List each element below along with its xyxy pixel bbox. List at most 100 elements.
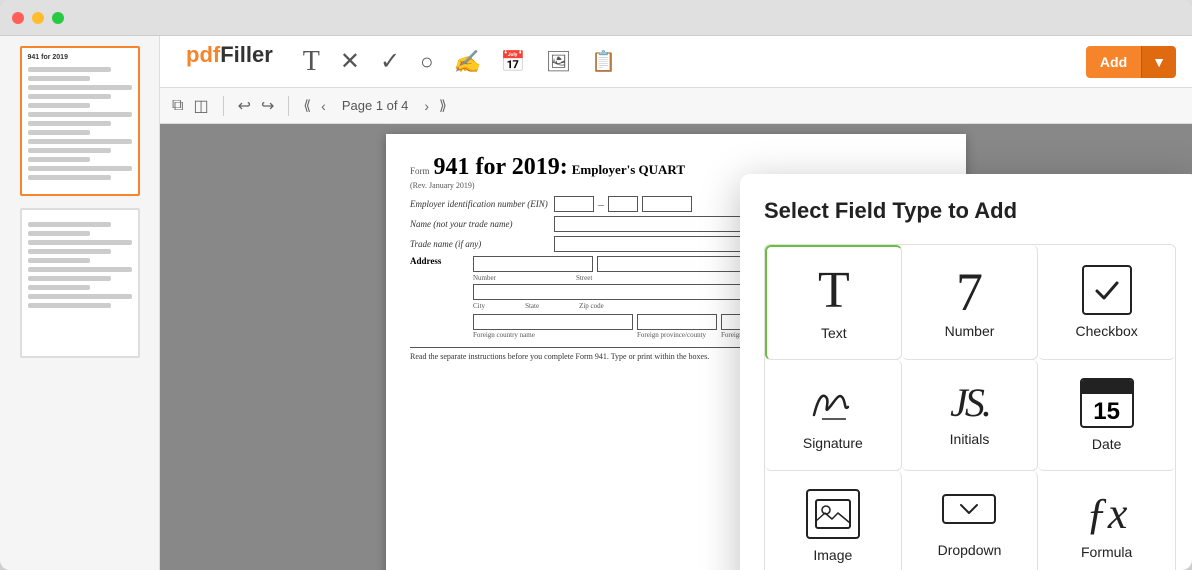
checkbox-field-label: Checkbox (1076, 323, 1138, 339)
browser-window: 941 for 2019 (0, 0, 1192, 570)
page-thumbnail-1[interactable]: 941 for 2019 (20, 46, 140, 196)
field-type-checkbox[interactable]: Checkbox (1038, 245, 1175, 360)
ein-box-3[interactable] (642, 196, 692, 212)
thumb-lines (28, 67, 132, 180)
initials-icon: JS. (950, 383, 989, 423)
field-type-date[interactable]: 15 Date (1038, 360, 1175, 471)
field-grid-row-2: Signature JS. Initials 1 (765, 360, 1175, 471)
dropdown-icon-box (942, 494, 996, 524)
form-subtitle: Employer's QUART (572, 162, 685, 178)
field-type-initials[interactable]: JS. Initials (902, 360, 1039, 471)
image-svg-icon (815, 499, 851, 529)
field-type-dropdown[interactable]: Dropdown (902, 471, 1039, 570)
city-col-label: City (473, 302, 485, 310)
field-type-signature[interactable]: Signature (765, 360, 902, 471)
image-icon-box (806, 489, 860, 539)
field-type-grid: T Text 7 Number (764, 244, 1176, 570)
divider (223, 96, 224, 116)
maximize-button[interactable] (52, 12, 64, 24)
field-grid-row-1: T Text 7 Number (765, 245, 1175, 360)
state-col-label: State (525, 302, 539, 310)
checkmark-svg (1092, 275, 1122, 305)
logo-pdf: pdf (186, 42, 220, 68)
checkbox-icon-box (1082, 265, 1132, 315)
signature-svg-icon (806, 379, 860, 427)
text-field-label: Text (821, 325, 847, 341)
foreign-country-field: Foreign country name (473, 314, 633, 339)
next-page[interactable]: › (424, 98, 429, 114)
field-type-text[interactable]: T Text (765, 245, 902, 360)
app-area: 941 for 2019 (0, 36, 1192, 570)
form-label: Form (410, 166, 430, 176)
initials-field-label: Initials (950, 431, 990, 447)
formula-field-label: Formula (1081, 544, 1132, 560)
signature-field-label: Signature (803, 435, 863, 451)
cross-tool-icon[interactable]: ✕ (340, 50, 360, 74)
logo-filler: Filler (220, 42, 273, 68)
pdf-area: Form 941 for 2019: Employer's QUART (Rev… (160, 124, 1192, 570)
dropdown-arrow-svg (959, 503, 979, 515)
undo-icon[interactable]: ↩ (238, 96, 251, 116)
form-title: 941 for 2019: (434, 154, 568, 181)
foreign-country-box[interactable] (473, 314, 633, 330)
field-type-image[interactable]: Image (765, 471, 902, 570)
field-type-modal: Select Field Type to Add T Text 7 (740, 174, 1192, 570)
page-info: Page 1 of 4 (342, 98, 409, 113)
street-col-label: Street (576, 274, 592, 282)
calendar-tool-icon[interactable]: 📅 (501, 52, 526, 72)
main-content: pdfFiller T ✕ ✓ ○ ✍ 📅 🖼 📋 Add ▼ ⧉ ◫ (160, 36, 1192, 570)
ein-label: Employer identification number (EIN) (410, 199, 550, 209)
form-tool-icon[interactable]: 📋 (591, 52, 616, 72)
number-field-icon: 7 (956, 265, 983, 319)
ein-box-1[interactable] (554, 196, 594, 212)
bottom-note-text: Read the separate instructions before yo… (410, 352, 709, 361)
sub-toolbar: ⧉ ◫ ↩ ↪ ⟪ ‹ Page 1 of 4 › ⟫ (160, 88, 1192, 124)
number-box[interactable] (473, 256, 593, 272)
next-next-page[interactable]: ⟫ (439, 97, 447, 114)
browser-titlebar (0, 0, 1192, 36)
field-type-formula[interactable]: ƒx Formula (1038, 471, 1175, 570)
thumbnail-sidebar: 941 for 2019 (0, 36, 160, 570)
address-label: Address (410, 256, 465, 266)
image-tool-icon[interactable]: 🖼 (546, 52, 571, 72)
duplicate-icon[interactable]: ◫ (193, 96, 208, 116)
close-button[interactable] (12, 12, 24, 24)
thumb-lines-2 (28, 222, 132, 308)
foreign-province-field: Foreign province/county (637, 314, 717, 339)
foreign-province-label: Foreign province/county (637, 331, 717, 339)
page-thumbnail-2[interactable] (20, 208, 140, 358)
text-field-icon: T (818, 265, 850, 317)
divider2 (288, 96, 289, 116)
redo-icon[interactable]: ↪ (261, 96, 274, 116)
dropdown-field-label: Dropdown (938, 542, 1002, 558)
ein-box-2[interactable] (608, 196, 638, 212)
toolbar: pdfFiller T ✕ ✓ ○ ✍ 📅 🖼 📋 Add ▼ (160, 36, 1192, 88)
text-tool-icon[interactable]: T (303, 48, 320, 76)
rev-label: (Rev. January 2019) (410, 181, 475, 190)
zip-col-label: Zip code (579, 302, 604, 310)
add-button-dropdown[interactable]: ▼ (1141, 46, 1176, 78)
image-field-label: Image (813, 547, 852, 563)
circle-tool-icon[interactable]: ○ (420, 51, 433, 73)
signature-tool-icon[interactable]: ✍ (453, 51, 480, 73)
field-type-number[interactable]: 7 Number (902, 245, 1039, 360)
checkmark-tool-icon[interactable]: ✓ (380, 50, 400, 74)
minimize-button[interactable] (32, 12, 44, 24)
number-field-label: Number (945, 323, 995, 339)
modal-title: Select Field Type to Add (764, 198, 1176, 224)
foreign-country-label: Foreign country name (473, 331, 633, 339)
prev-prev-page[interactable]: ⟪ (303, 97, 311, 114)
field-grid-row-3: Image Dropdown (765, 471, 1175, 570)
number-col-label: Number (473, 274, 496, 282)
name-label: Name (not your trade name) (410, 219, 550, 229)
prev-page[interactable]: ‹ (321, 98, 326, 114)
date-calendar-icon: 15 (1080, 378, 1134, 428)
add-button[interactable]: Add (1086, 46, 1141, 78)
formula-icon: ƒx (1086, 492, 1128, 536)
date-field-label: Date (1092, 436, 1122, 452)
add-button-group: Add ▼ (1086, 46, 1176, 78)
foreign-province-box[interactable] (637, 314, 717, 330)
copy-icon[interactable]: ⧉ (172, 97, 183, 115)
ein-dash: – (598, 197, 604, 212)
trade-name-label: Trade name (if any) (410, 239, 550, 249)
